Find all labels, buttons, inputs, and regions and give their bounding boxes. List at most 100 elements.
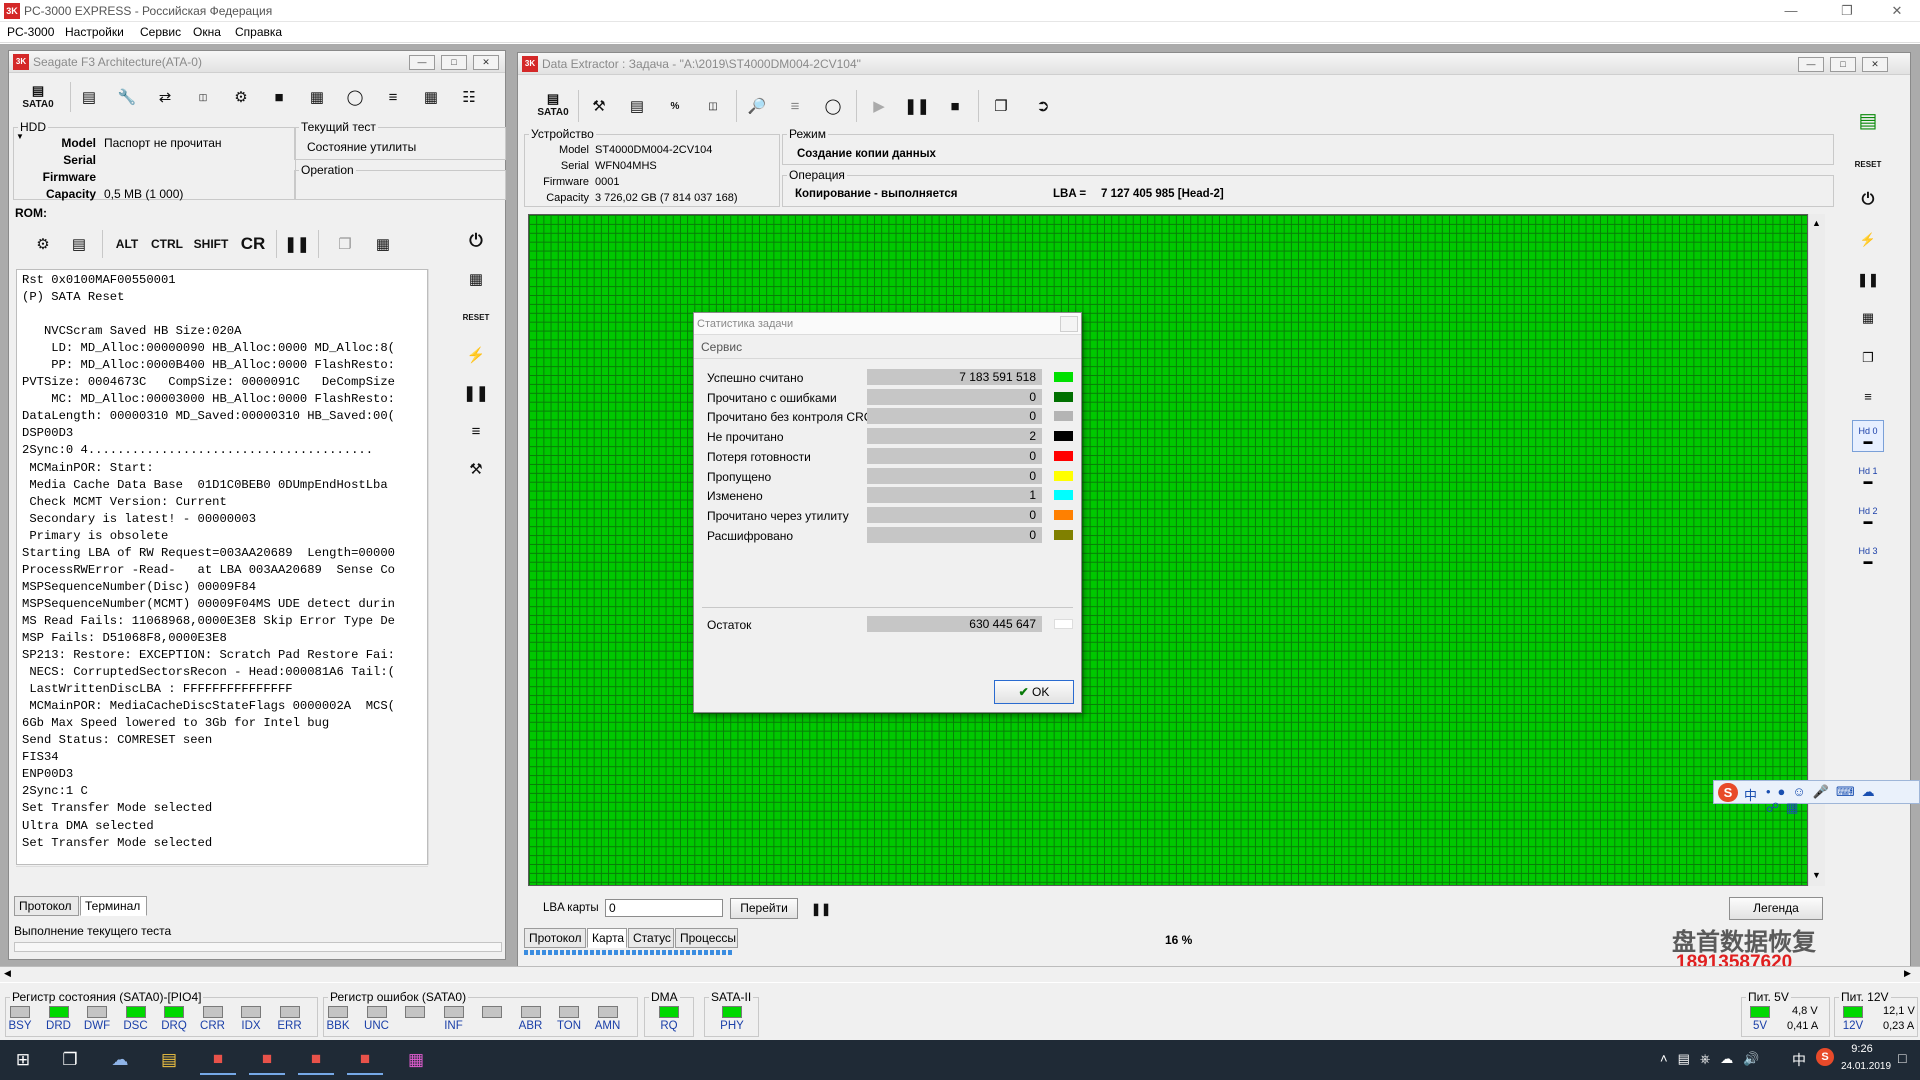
tray-icons[interactable]: ˄▤⎈☁🔊: [1660, 1051, 1769, 1067]
terminal-log[interactable]: Rst 0x0100MAF00550001 (P) SATA Reset NVC…: [16, 269, 428, 865]
disk-icon[interactable]: ◯: [340, 82, 370, 112]
chip-icon[interactable]: ■: [264, 82, 294, 112]
ok-button[interactable]: ✔ OK: [994, 680, 1074, 704]
file-explorer-icon[interactable]: ▤: [151, 1045, 187, 1075]
main-horizontal-scrollbar[interactable]: ◀ ▶: [0, 966, 1920, 982]
table-icon[interactable]: ▦: [416, 82, 446, 112]
heads-icon[interactable]: ≡: [780, 91, 810, 121]
pause-icon[interactable]: ❚❚: [806, 894, 836, 924]
power-icon[interactable]: ⏻: [1852, 184, 1884, 216]
minimize-icon[interactable]: —: [409, 55, 435, 70]
disk-icon[interactable]: ◯: [818, 91, 848, 121]
sata0-port-button[interactable]: ▤ SATA0: [18, 81, 58, 111]
wrench-key-icon[interactable]: 🔧: [112, 82, 142, 112]
tools-icon[interactable]: ⚒: [584, 91, 614, 121]
close-icon[interactable]: ✕: [1874, 0, 1920, 22]
windows-start-icon[interactable]: ⊞: [5, 1045, 41, 1075]
gear-icon[interactable]: ⚙: [226, 82, 256, 112]
goto-button[interactable]: Перейти: [730, 898, 798, 919]
tools-icon[interactable]: ⚒: [461, 454, 491, 484]
head-1-button[interactable]: Hd 1 ▬: [1852, 460, 1884, 492]
head-0-button[interactable]: Hd 0 ▬: [1852, 420, 1884, 452]
scroll-down-icon[interactable]: ▼: [1812, 870, 1821, 880]
close-icon[interactable]: ✕: [1862, 57, 1888, 72]
heads-select-icon[interactable]: ≡: [461, 416, 491, 446]
map-icon[interactable]: ▦: [1852, 302, 1884, 334]
reset-button[interactable]: RESET: [461, 302, 491, 332]
plug-icon[interactable]: ⚡: [1852, 224, 1884, 256]
sogou-tray-icon[interactable]: S: [1816, 1048, 1834, 1066]
tab-processes[interactable]: Процессы: [675, 928, 738, 948]
power-icon[interactable]: ⏻: [461, 226, 491, 256]
sogou-logo-icon[interactable]: S: [1718, 783, 1738, 802]
tab-terminal[interactable]: Терминал: [80, 896, 147, 916]
alt-button[interactable]: ALT: [110, 229, 144, 259]
scroll-right-icon[interactable]: ▶: [1904, 968, 1911, 979]
network-icon[interactable]: ☷: [454, 82, 484, 112]
tab-protocol[interactable]: Протокол: [14, 896, 79, 916]
restore-icon[interactable]: ❐: [1824, 0, 1870, 22]
menu-windows[interactable]: Окна: [193, 25, 221, 39]
menu-service[interactable]: Сервис: [140, 25, 181, 39]
minimize-icon[interactable]: —: [1768, 0, 1814, 22]
task-info-icon[interactable]: ▤: [622, 91, 652, 121]
app-network-icon[interactable]: ☁: [102, 1045, 138, 1075]
menu-help[interactable]: Справка: [235, 25, 282, 39]
head-2-button[interactable]: Hd 2 ▬: [1852, 500, 1884, 532]
sector-icon[interactable]: ◫: [698, 91, 728, 121]
menu-settings[interactable]: Настройки: [65, 25, 124, 39]
sata0-port-button[interactable]: ▤ SATA0: [534, 89, 572, 119]
pause-icon[interactable]: ❚❚: [461, 378, 491, 408]
hex-editor-icon[interactable]: ▦: [398, 1045, 434, 1075]
log-vertical-scrollbar[interactable]: [428, 269, 445, 865]
pause-icon[interactable]: ❚❚: [902, 91, 932, 121]
percent-icon[interactable]: %: [660, 91, 690, 121]
shift-button[interactable]: SHIFT: [189, 229, 233, 259]
legend-button[interactable]: Легенда: [1729, 897, 1823, 920]
transfer-icon[interactable]: ⇄: [150, 82, 180, 112]
task-view-icon[interactable]: ❐: [52, 1045, 88, 1075]
exit-icon[interactable]: ➲: [1028, 91, 1058, 121]
maximize-icon[interactable]: □: [1830, 57, 1856, 72]
map-icon[interactable]: ▦: [461, 264, 491, 294]
lba-map-input[interactable]: 0: [605, 899, 723, 917]
drive-stack-icon[interactable]: ▤: [74, 82, 104, 112]
drive-power-icon[interactable]: ▤: [1852, 104, 1884, 136]
tab-map[interactable]: Карта: [587, 928, 627, 948]
menu-pc3000[interactable]: PC-3000: [7, 25, 54, 39]
copy-icon[interactable]: ❐: [330, 229, 360, 259]
save-script-icon[interactable]: ▤: [64, 229, 94, 259]
scroll-left-icon[interactable]: ◀: [4, 968, 11, 979]
maximize-icon[interactable]: □: [441, 55, 467, 70]
copy-icon[interactable]: ❐: [1852, 342, 1884, 374]
cr-button[interactable]: CR: [236, 229, 270, 259]
memory-icon[interactable]: ▦: [302, 82, 332, 112]
pc3000-taskbar-icon[interactable]: ■: [298, 1045, 334, 1075]
reset-button[interactable]: RESET: [1852, 148, 1884, 180]
hdd-dropdown-icon[interactable]: ▼: [16, 132, 24, 141]
pc3000-taskbar-icon[interactable]: ■: [249, 1045, 285, 1075]
close-icon[interactable]: ✕: [473, 55, 499, 70]
minimize-icon[interactable]: —: [1798, 57, 1824, 72]
close-icon[interactable]: [1060, 316, 1078, 332]
plug-icon[interactable]: ⚡: [461, 340, 491, 370]
heads-icon[interactable]: ≡: [1852, 380, 1884, 412]
load-script-icon[interactable]: ⚙: [28, 229, 58, 259]
scroll-up-icon[interactable]: ▲: [1812, 218, 1821, 228]
notification-icon[interactable]: □: [1898, 1050, 1906, 1066]
ctrl-button[interactable]: CTRL: [148, 229, 186, 259]
ata-id-icon[interactable]: ◫: [188, 82, 218, 112]
tab-status[interactable]: Статус: [628, 928, 674, 948]
search-pages-icon[interactable]: 🔎: [742, 91, 772, 121]
pc3000-taskbar-icon[interactable]: ■: [347, 1045, 383, 1075]
heads-icon[interactable]: ≡: [378, 82, 408, 112]
ime-tools-icon[interactable]: •●☺🎤⌨☁☍▦: [1766, 784, 1919, 816]
play-icon[interactable]: ▶: [864, 91, 894, 121]
ime-language-icon[interactable]: 中: [1744, 785, 1757, 804]
pause-icon[interactable]: ❚❚: [282, 229, 312, 259]
copy-icon[interactable]: ❐: [986, 91, 1016, 121]
pc3000-taskbar-icon[interactable]: ■: [200, 1045, 236, 1075]
head-3-button[interactable]: Hd 3 ▬: [1852, 540, 1884, 572]
stop-icon[interactable]: ■: [940, 91, 970, 121]
pause-icon[interactable]: ❚❚: [1852, 264, 1884, 296]
